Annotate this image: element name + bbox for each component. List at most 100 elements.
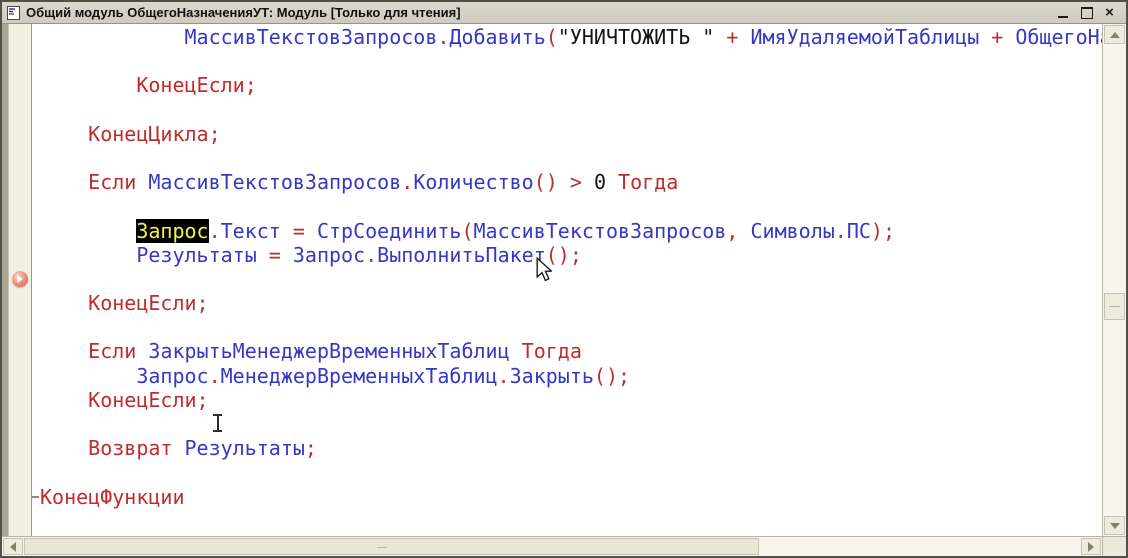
current-position-marker-icon[interactable]	[12, 271, 28, 287]
code-token: Тогда	[606, 170, 678, 194]
vertical-scrollbar-thumb[interactable]	[1104, 293, 1125, 320]
code-line[interactable]	[40, 460, 1102, 484]
code-line[interactable]	[40, 412, 1102, 436]
code-token: ();	[594, 364, 630, 388]
code-token: ЗакрытьМенеджерВременныхТаблиц	[148, 339, 509, 363]
code-token: КонецЕсли;	[88, 291, 208, 315]
code-token: КонецЦикла;	[88, 122, 220, 146]
scroll-right-button[interactable]	[1081, 538, 1101, 555]
horizontal-scrollbar-thumb[interactable]	[24, 538, 759, 555]
code-area[interactable]: МассивТекстовЗапросов.Добавить("УНИЧТОЖИ…	[32, 24, 1102, 509]
bottom-scroll-row	[2, 536, 1126, 556]
code-line[interactable]: МассивТекстовЗапросов.Добавить("УНИЧТОЖИ…	[40, 25, 1102, 49]
code-line[interactable]: КонецЦикла;	[40, 122, 1102, 146]
code-line[interactable]	[40, 315, 1102, 339]
code-token: КонецЕсли;	[136, 73, 256, 97]
vertical-scrollbar[interactable]	[1102, 24, 1126, 536]
code-token: КонецФункции	[40, 485, 185, 509]
close-icon[interactable]: ×	[1103, 6, 1116, 19]
code-line[interactable]: КонецФункции	[40, 485, 1102, 509]
code-token: Результаты	[185, 436, 305, 460]
code-token: Количество	[413, 170, 533, 194]
text-ibeam-cursor	[213, 414, 222, 432]
code-line[interactable]	[40, 98, 1102, 122]
code-token: >	[558, 170, 594, 194]
code-line[interactable]: КонецЕсли;	[40, 388, 1102, 412]
code-line[interactable]: Результаты = Запрос.ВыполнитьПакет();	[40, 243, 1102, 267]
window-title: Общий модуль ОбщегоНазначенияУТ: Модуль …	[26, 5, 1057, 20]
code-line[interactable]: Запрос. Текст = СтрСоединить(МассивТексто…	[40, 219, 1102, 243]
scrollbar-corner	[1102, 537, 1126, 556]
code-token: Текст	[221, 219, 281, 243]
editor-main: МассивТекстовЗапросов.Добавить("УНИЧТОЖИ…	[2, 24, 1126, 536]
code-token: Тогда	[510, 339, 582, 363]
code-token: ОбщегоНазн	[1015, 25, 1102, 49]
minimize-icon[interactable]	[1057, 6, 1070, 19]
code-token: Возврат	[88, 436, 184, 460]
code-token: .	[209, 364, 221, 388]
code-token: МассивТекстовЗапросов	[148, 170, 401, 194]
code-line[interactable]: Если МассивТекстовЗапросов.Количество() …	[40, 170, 1102, 194]
highlighted-token: Запрос	[136, 219, 208, 243]
code-token: Символы	[750, 219, 834, 243]
code-token: КонецЕсли;	[88, 388, 208, 412]
code-token: );	[871, 219, 895, 243]
code-line[interactable]	[40, 194, 1102, 218]
editor-gutter[interactable]	[9, 24, 32, 536]
code-line[interactable]: КонецЕсли;	[40, 291, 1102, 315]
arrow-right-icon	[1088, 542, 1094, 552]
code-token: ,	[726, 219, 750, 243]
code-token: МассивТекстовЗапросов	[474, 219, 727, 243]
module-document-icon	[6, 5, 21, 21]
scroll-down-button[interactable]	[1104, 516, 1125, 535]
code-token: Добавить	[449, 25, 545, 49]
code-editor[interactable]: МассивТекстовЗапросов.Добавить("УНИЧТОЖИ…	[32, 24, 1102, 536]
code-token: ;	[305, 436, 317, 460]
code-line[interactable]	[40, 146, 1102, 170]
horizontal-scrollbar[interactable]	[2, 537, 1102, 556]
code-token: МассивТекстовЗапросов	[185, 25, 438, 49]
code-token: Если	[88, 170, 148, 194]
code-token: Если	[88, 339, 148, 363]
code-token: +	[979, 25, 1015, 49]
arrow-left-icon	[10, 542, 16, 552]
code-token: (	[546, 25, 558, 49]
code-token: ИмяУдаляемойТаблицы	[750, 25, 979, 49]
code-token: СтрСоединить	[317, 219, 462, 243]
code-token: .	[365, 243, 377, 267]
code-token: МенеджерВременныхТаблиц	[221, 364, 498, 388]
code-token: 0	[594, 170, 606, 194]
scroll-left-button[interactable]	[3, 538, 23, 555]
code-token: +	[714, 25, 750, 49]
code-token: .	[498, 364, 510, 388]
mouse-arrow-cursor	[536, 257, 552, 282]
code-line[interactable]: Запрос.МенеджерВременныхТаблиц.Закрыть()…	[40, 364, 1102, 388]
code-token: (	[461, 219, 473, 243]
code-line[interactable]	[40, 49, 1102, 73]
left-dock-strip	[2, 24, 9, 536]
code-token: ВыполнитьПакет	[377, 243, 546, 267]
scroll-up-button[interactable]	[1104, 25, 1125, 44]
title-bar[interactable]: Общий модуль ОбщегоНазначенияУТ: Модуль …	[2, 2, 1126, 24]
code-token: =	[257, 243, 293, 267]
code-line[interactable]: Возврат Результаты;	[40, 436, 1102, 460]
code-token: .	[401, 170, 413, 194]
horizontal-scrollbar-trough[interactable]	[759, 537, 1080, 556]
code-token: Запрос	[293, 243, 365, 267]
arrow-down-icon	[1110, 523, 1120, 529]
code-token: Запрос	[136, 364, 208, 388]
code-line[interactable]: Если ЗакрытьМенеджерВременныхТаблиц Тогд…	[40, 339, 1102, 363]
arrow-up-icon	[1110, 32, 1120, 38]
code-line[interactable]: КонецЕсли;	[40, 73, 1102, 97]
window-controls: ×	[1057, 6, 1116, 19]
fold-end-tick[interactable]	[32, 496, 39, 498]
maximize-icon[interactable]	[1080, 6, 1093, 19]
code-line[interactable]	[40, 267, 1102, 291]
code-token: =	[281, 219, 317, 243]
module-editor-window: Общий модуль ОбщегоНазначенияУТ: Модуль …	[0, 0, 1128, 558]
code-token: Результаты	[136, 243, 256, 267]
code-token: "УНИЧТОЖИТЬ "	[558, 25, 715, 49]
code-token: Закрыть	[510, 364, 594, 388]
code-token: .	[437, 25, 449, 49]
code-token: .	[835, 219, 847, 243]
